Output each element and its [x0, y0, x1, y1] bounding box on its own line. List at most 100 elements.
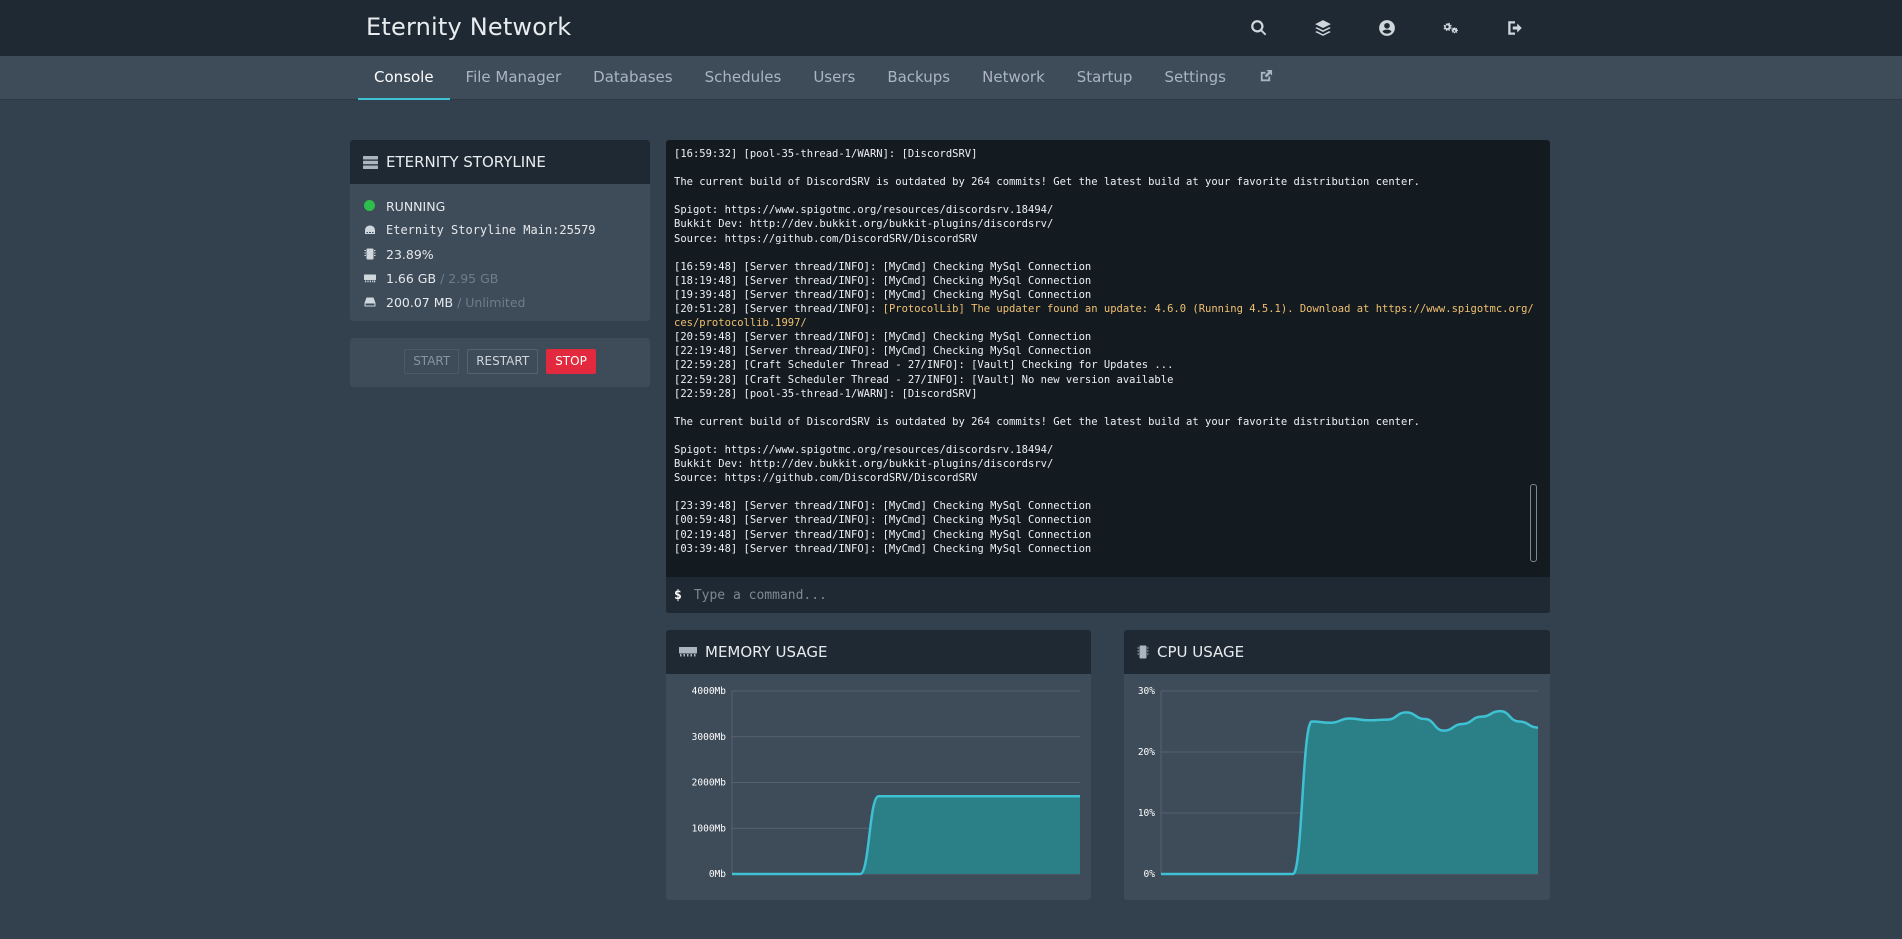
status-dot-icon [364, 200, 375, 211]
cpu-row: 23.89% [364, 242, 650, 266]
cpu-usage-panel: CPU USAGE 0% 10% 20% 30% [1124, 630, 1550, 900]
status-text: RUNNING [386, 198, 446, 214]
console-line: Bukkit Dev: http://dev.bukkit.org/bukkit… [674, 458, 1054, 471]
console-line: [03:39:48] [Server thread/INFO]: [MyCmd]… [674, 542, 1092, 555]
area-fill [732, 796, 1080, 874]
cpu-usage-header: CPU USAGE [1124, 630, 1550, 674]
tab-startup[interactable]: Startup [1061, 56, 1149, 100]
layers-icon[interactable] [1312, 17, 1334, 39]
console-line: [16:59:48] [Server thread/INFO]: [MyCmd]… [674, 260, 1092, 273]
command-bar: $ [666, 577, 1550, 613]
external-link-icon[interactable] [1242, 56, 1289, 100]
y-tick-label: 0Mb [709, 869, 726, 880]
y-tick-label: 30% [1138, 686, 1155, 697]
nav-tabs: Console File Manager Databases Schedules… [358, 56, 1289, 100]
server-address[interactable]: Eternity Storyline Main:25579 [386, 223, 596, 237]
microchip-icon [364, 248, 376, 260]
account-icon[interactable] [1376, 17, 1398, 39]
cpu-value: 23.89% [386, 246, 434, 262]
server-info-panel: ETERNITY STORYLINE RUNNING Eternity Stor… [350, 140, 650, 321]
stop-button[interactable]: STOP [546, 349, 596, 374]
memory-usage-panel: MEMORY USAGE 0Mb 1000Mb 2000Mb 3000Mb 4000Mb [666, 630, 1091, 900]
console-scrollbar[interactable] [1530, 484, 1537, 562]
y-tick-label: 3000Mb [692, 732, 727, 743]
disk-row: 200.07 MB / Unlimited [364, 290, 650, 314]
console-line: Source: https://github.com/DiscordSRV/Di… [674, 472, 978, 485]
memory-chart: 0Mb 1000Mb 2000Mb 3000Mb 4000Mb [692, 686, 1080, 880]
console-line: ces/protocollib.1997/ [674, 317, 807, 330]
tab-users[interactable]: Users [797, 56, 871, 100]
top-bar: Eternity Network [0, 0, 1902, 56]
y-tick-label: 4000Mb [692, 686, 727, 697]
tab-schedules[interactable]: Schedules [689, 56, 798, 100]
console-line: [18:19:48] [Server thread/INFO]: [MyCmd]… [674, 274, 1092, 287]
disk-used: 200.07 MB [386, 294, 454, 310]
console-line: [20:59:48] [Server thread/INFO]: [MyCmd]… [674, 331, 1092, 344]
restart-button[interactable]: RESTART [467, 349, 539, 374]
memory-limit: / 2.95 GB [440, 270, 499, 286]
console-line: Spigot: https://www.spigotmc.org/resourc… [674, 204, 1054, 217]
brand-title[interactable]: Eternity Network [366, 13, 571, 41]
area-fill [1161, 711, 1538, 874]
settings-icon[interactable] [1440, 17, 1462, 39]
console-line: [20:51:28] [Server thread/INFO]: [Protoc… [674, 303, 1534, 316]
top-icons [1248, 17, 1568, 39]
tab-backups[interactable]: Backups [871, 56, 966, 100]
console-line: [02:19:48] [Server thread/INFO]: [MyCmd]… [674, 528, 1092, 541]
console-line: [22:59:28] [pool-35-thread-1/WARN]: [Dis… [674, 387, 978, 400]
console-line: [19:39:48] [Server thread/INFO]: [MyCmd]… [674, 288, 1092, 301]
memory-usage-header: MEMORY USAGE [666, 630, 1091, 674]
y-tick-label: 20% [1138, 747, 1155, 758]
memory-icon [679, 647, 697, 657]
y-tick-label: 1000Mb [692, 823, 727, 834]
console-line: The current build of DiscordSRV is outda… [674, 176, 1420, 189]
tab-settings[interactable]: Settings [1148, 56, 1242, 100]
console-line: [22:59:28] [Craft Scheduler Thread - 27/… [674, 373, 1174, 386]
memory-used: 1.66 GB [386, 270, 437, 286]
console-line: Source: https://github.com/DiscordSRV/Di… [674, 232, 978, 245]
tab-network[interactable]: Network [966, 56, 1061, 100]
y-tick-label: 10% [1138, 808, 1155, 819]
console-line: [22:19:48] [Server thread/INFO]: [MyCmd]… [674, 345, 1092, 358]
console-line: [22:59:28] [Craft Scheduler Thread - 27/… [674, 359, 1174, 372]
network-icon [364, 224, 376, 236]
memory-icon [364, 272, 376, 284]
console-line: [16:59:32] [pool-35-thread-1/WARN]: [Dis… [674, 148, 978, 160]
server-name: ETERNITY STORYLINE [386, 153, 546, 171]
memory-row: 1.66 GB / 2.95 GB [364, 266, 650, 290]
console-line: Bukkit Dev: http://dev.bukkit.org/bukkit… [674, 218, 1054, 231]
start-button[interactable]: START [404, 349, 460, 374]
console-line: [23:39:48] [Server thread/INFO]: [MyCmd]… [674, 500, 1092, 513]
address-row: Eternity Storyline Main:25579 [364, 218, 650, 242]
y-tick-label: 0% [1144, 869, 1156, 880]
tab-console[interactable]: Console [358, 56, 450, 100]
status-row: RUNNING [364, 194, 650, 218]
console-panel: [16:59:32] [pool-35-thread-1/WARN]: [Dis… [666, 140, 1550, 613]
memory-usage-title: MEMORY USAGE [705, 643, 828, 661]
server-icon [363, 155, 378, 169]
console-output[interactable]: [16:59:32] [pool-35-thread-1/WARN]: [Dis… [674, 147, 1534, 567]
logout-icon[interactable] [1504, 17, 1526, 39]
tab-databases[interactable]: Databases [577, 56, 688, 100]
console-line: [00:59:48] [Server thread/INFO]: [MyCmd]… [674, 514, 1092, 527]
y-tick-label: 2000Mb [692, 778, 727, 789]
server-info-header: ETERNITY STORYLINE [350, 140, 650, 184]
search-icon[interactable] [1248, 17, 1270, 39]
cpu-chart: 0% 10% 20% 30% [1138, 686, 1539, 880]
microchip-icon [1137, 645, 1149, 659]
console-line: The current build of DiscordSRV is outda… [674, 415, 1420, 428]
cpu-usage-title: CPU USAGE [1157, 643, 1245, 661]
tab-file-manager[interactable]: File Manager [450, 56, 578, 100]
hdd-icon [364, 296, 376, 308]
power-controls: START RESTART STOP [350, 338, 650, 387]
console-line: Spigot: https://www.spigotmc.org/resourc… [674, 443, 1054, 456]
command-input[interactable] [693, 587, 1494, 603]
prompt-symbol: $ [674, 587, 682, 603]
disk-limit: / Unlimited [457, 294, 526, 310]
